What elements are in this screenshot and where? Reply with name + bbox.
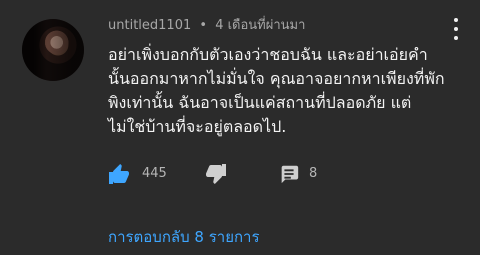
- comment-actions: 445 8: [104, 160, 344, 188]
- avatar[interactable]: [22, 19, 84, 81]
- reply-button[interactable]: [275, 160, 303, 188]
- like-button[interactable]: [104, 160, 134, 188]
- comment-timestamp[interactable]: 4 เดือนที่ผ่านมา: [215, 18, 305, 33]
- author-name[interactable]: untitled1101: [108, 18, 191, 33]
- more-vert-icon[interactable]: [449, 18, 463, 40]
- like-count: 445: [142, 166, 167, 181]
- header-separator: •: [199, 18, 208, 33]
- comment-header: untitled1101 • 4 เดือนที่ผ่านมา: [108, 17, 305, 35]
- thumbs-up-icon: [106, 162, 132, 186]
- menu-dot: [454, 27, 458, 31]
- comment-line-2: นั้นออกมาหากไม่มั่นใจ คุณอาจอยากหาเพียงท…: [108, 69, 445, 88]
- comment-card: untitled1101 • 4 เดือนที่ผ่านมา อย่าเพิ่…: [0, 0, 480, 255]
- reply-count: 8: [309, 166, 318, 181]
- dislike-button[interactable]: [202, 160, 230, 188]
- comment-line-3: พิงเท่านั้น ฉันอาจเป็นแค่สถานที่ปลอดภัย …: [108, 93, 412, 112]
- menu-dot: [454, 18, 458, 22]
- menu-dot: [454, 36, 458, 40]
- thumbs-down-icon: [204, 162, 228, 186]
- comment-line-1: อย่าเพิ่งบอกกับตัวเองว่าชอบฉัน และอย่าเอ…: [108, 45, 428, 64]
- view-replies-link[interactable]: การตอบกลับ 8 รายการ: [108, 227, 260, 247]
- comment-text: อย่าเพิ่งบอกกับตัวเองว่าชอบฉัน และอย่าเอ…: [108, 43, 458, 139]
- reply-icon: [278, 163, 300, 185]
- comment-line-4: ไม่ใช่บ้านที่จะอยู่ตลอดไป.: [108, 117, 287, 136]
